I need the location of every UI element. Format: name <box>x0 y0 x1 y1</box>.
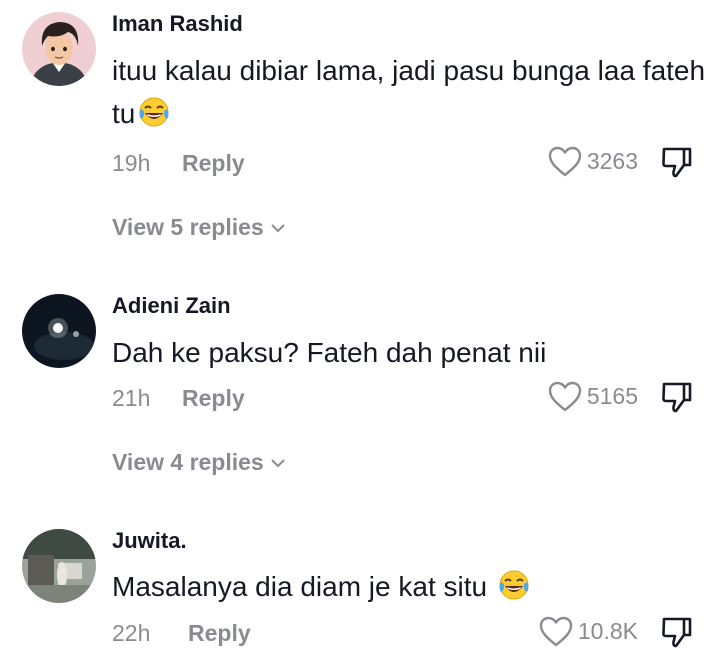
like-button[interactable]: 3263 <box>547 145 638 178</box>
like-count: 5165 <box>586 383 638 409</box>
avatar[interactable] <box>22 294 96 368</box>
dislike-button[interactable] <box>660 145 694 179</box>
laughing-tears-emoji-icon <box>499 570 529 600</box>
view-replies-label: View 5 replies <box>112 214 264 240</box>
laughing-tears-emoji-icon <box>139 97 169 127</box>
reply-button[interactable]: Reply <box>182 150 245 177</box>
like-count: 3263 <box>586 148 638 174</box>
thumbs-down-icon <box>662 147 692 178</box>
username[interactable]: Adieni Zain <box>112 293 231 319</box>
comment-text-content: Masalanya dia diam je kat situ <box>112 571 488 602</box>
chevron-down-icon <box>271 458 285 467</box>
cartoon-avatar-icon <box>22 12 96 86</box>
heart-outline-icon <box>539 616 573 647</box>
reply-button[interactable]: Reply <box>188 620 251 647</box>
view-replies-button[interactable]: View 5 replies <box>112 214 287 241</box>
comment-time: 22h <box>112 620 151 646</box>
comment-time: 21h <box>112 385 151 411</box>
thumbs-down-icon <box>662 617 692 648</box>
like-button[interactable]: 5165 <box>547 380 638 413</box>
heart-outline-icon <box>548 381 582 412</box>
comment-text: Masalanya dia diam je kat situ <box>112 565 712 608</box>
night-light-avatar-icon <box>22 294 96 368</box>
like-button[interactable]: 10.8K <box>538 615 638 648</box>
chevron-down-icon <box>271 223 285 232</box>
comment-time: 19h <box>112 150 151 176</box>
outdoor-photo-avatar-icon <box>22 529 96 603</box>
comment-text: Dah ke paksu? Fateh dah penat nii <box>112 331 712 374</box>
thumbs-down-icon <box>662 382 692 413</box>
username[interactable]: Iman Rashid <box>112 11 243 37</box>
view-replies-button[interactable]: View 4 replies <box>112 449 287 476</box>
username[interactable]: Juwita. <box>112 528 187 554</box>
reply-button[interactable]: Reply <box>182 385 245 412</box>
heart-outline-icon <box>548 146 582 177</box>
like-count: 10.8K <box>577 618 638 644</box>
avatar[interactable] <box>22 12 96 86</box>
avatar[interactable] <box>22 529 96 603</box>
comment-text-content: Dah ke paksu? Fateh dah penat nii <box>112 337 547 368</box>
comment-text-content: ituu kalau dibiar lama, jadi pasu bunga … <box>112 55 706 129</box>
view-replies-label: View 4 replies <box>112 449 264 475</box>
dislike-button[interactable] <box>660 615 694 649</box>
dislike-button[interactable] <box>660 380 694 414</box>
comment-text: ituu kalau dibiar lama, jadi pasu bunga … <box>112 49 712 135</box>
